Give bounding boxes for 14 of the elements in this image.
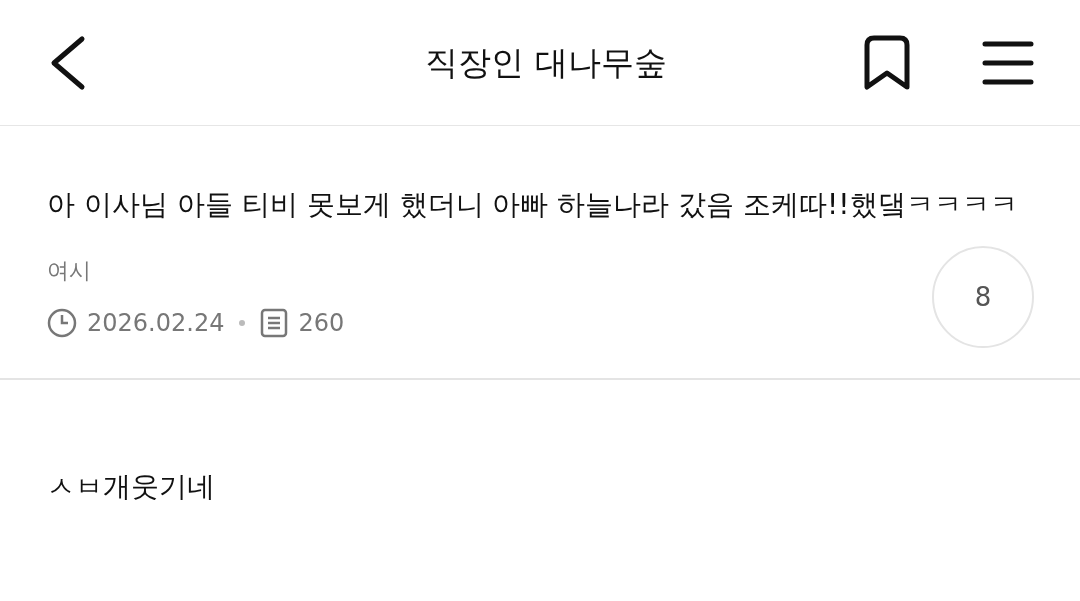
separator-dot-icon	[239, 319, 246, 326]
page-title: 직장인 대나무숲	[425, 41, 667, 84]
post-body: ㅅㅂ개웃기네	[46, 469, 216, 505]
author-name: 여시	[47, 256, 92, 285]
post-date: 2026.02.24	[87, 307, 225, 339]
document-icon	[260, 307, 289, 338]
menu-button[interactable]	[982, 39, 1034, 86]
bookmark-icon	[862, 34, 912, 91]
post-title: 아 이사님 아들 티비 못보게 했더니 아빠 하늘나라 갔음 조케따!!했댘ㅋㅋㅋㅋ	[47, 187, 1019, 223]
comment-count[interactable]: 8	[932, 246, 1034, 348]
menu-icon	[982, 39, 1034, 86]
view-count: 260	[298, 307, 345, 339]
clock-icon	[47, 307, 77, 338]
bookmark-button[interactable]	[862, 34, 912, 91]
